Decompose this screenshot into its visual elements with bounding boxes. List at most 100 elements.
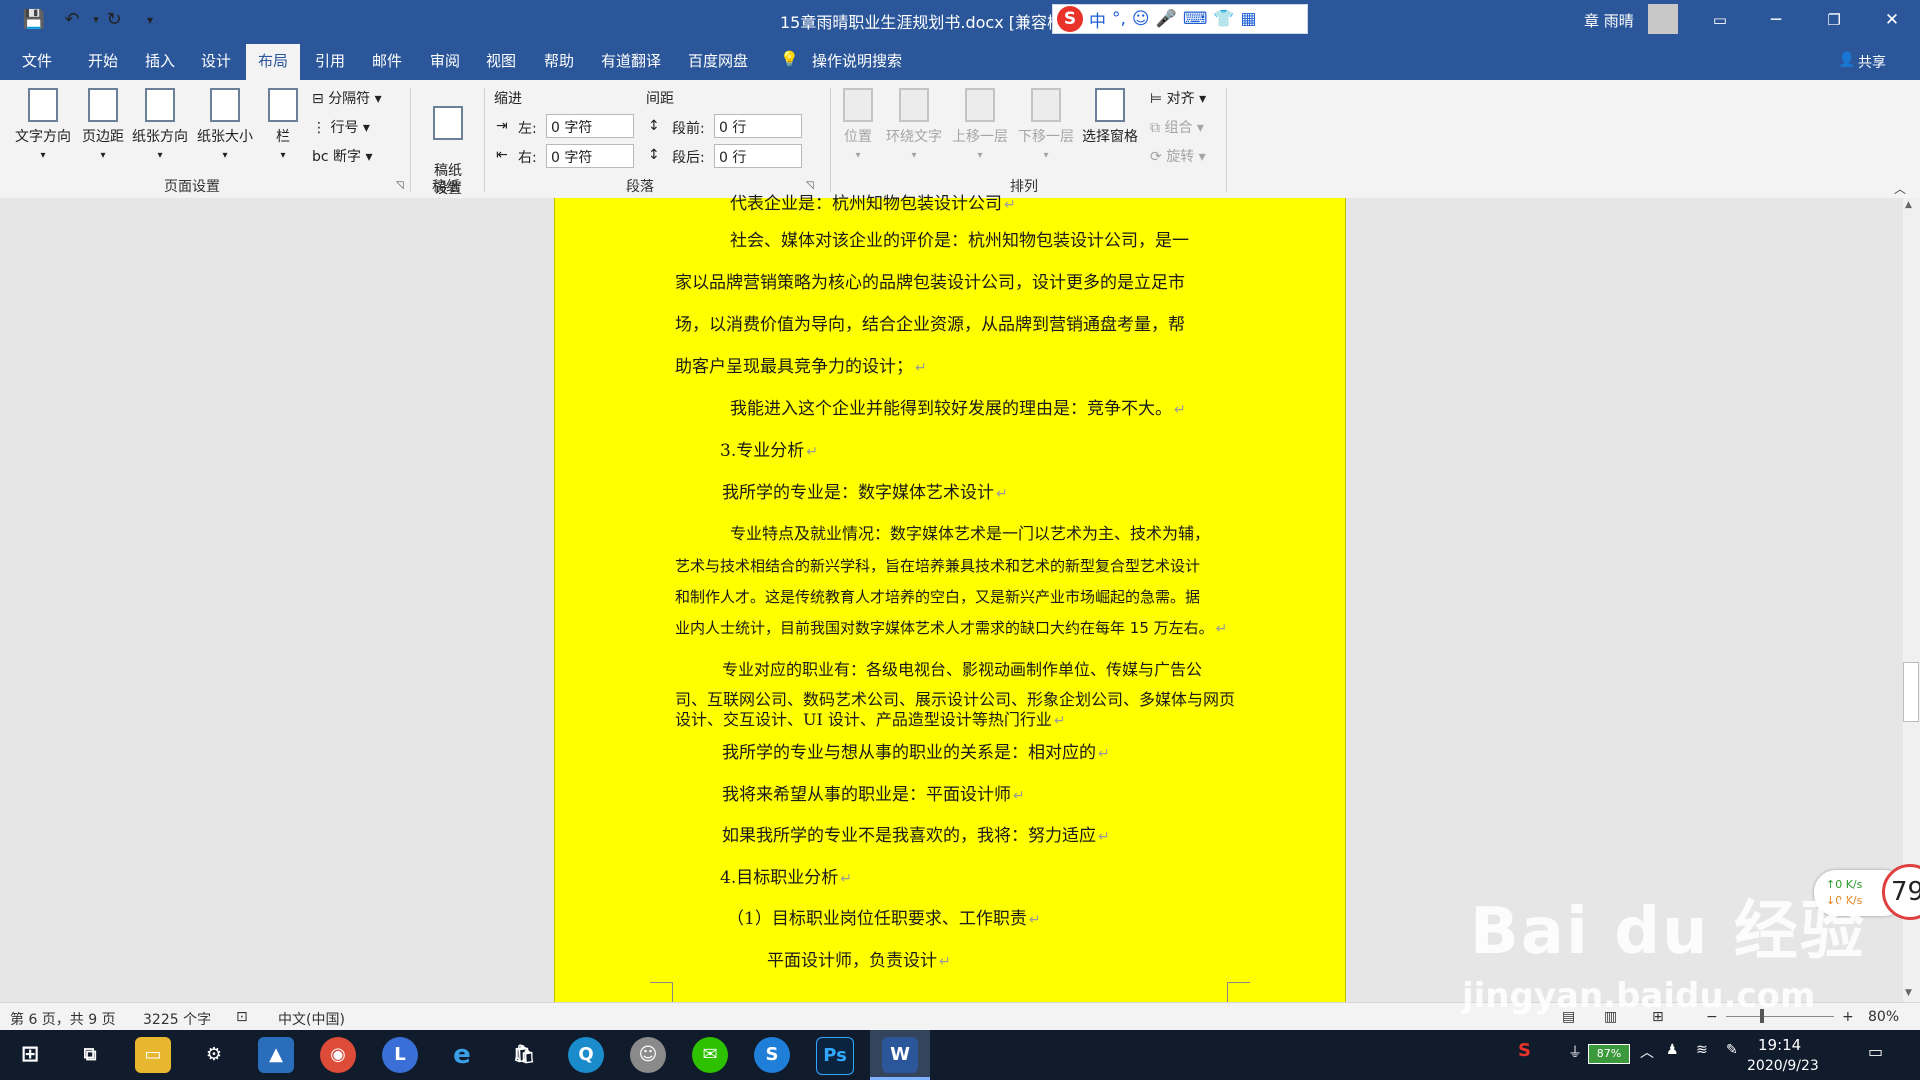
ime-punct-icon[interactable]: °, — [1112, 9, 1126, 29]
columns-icon — [268, 88, 298, 122]
spacing-after-label: 段后: — [672, 150, 705, 166]
sogou-app-icon[interactable]: S — [754, 1037, 790, 1073]
chevron-up-icon[interactable]: ︿ — [1640, 1042, 1654, 1062]
avatar[interactable] — [1648, 4, 1678, 34]
word-count[interactable]: 3225 个字 — [143, 1009, 211, 1029]
contact-avatar-icon[interactable]: ☺ — [630, 1037, 666, 1073]
line-numbers-button[interactable]: ⋮ 行号 ▾ — [312, 117, 370, 137]
wifi-icon[interactable]: ≋ — [1696, 1042, 1708, 1058]
person-icon: 👤 — [1838, 52, 1856, 68]
spacing-before-icon: ↕ — [648, 118, 660, 134]
tab-references[interactable]: 引用 — [315, 50, 345, 71]
tab-mailings[interactable]: 邮件 — [372, 50, 402, 71]
align-button[interactable]: ⊨ 对齐 ▾ — [1150, 88, 1206, 108]
photoshop-icon[interactable]: Ps — [816, 1037, 854, 1075]
ribbon-separator — [410, 88, 411, 192]
user-name[interactable]: 章 雨晴 — [1584, 10, 1634, 31]
store-icon[interactable]: 🛍 — [506, 1037, 542, 1073]
redo-icon[interactable]: ↻ — [102, 8, 126, 32]
tab-home[interactable]: 开始 — [88, 50, 118, 71]
indent-right-field[interactable]: 0 字符 — [546, 144, 634, 168]
app-l-icon[interactable]: L — [382, 1037, 418, 1073]
ime-skin-icon[interactable]: 👕 — [1213, 9, 1234, 29]
ime-toolbar[interactable]: S 中 °, ☺ 🎤 ⌨ 👕 ▦ — [1052, 4, 1308, 34]
ime-voice-icon[interactable]: 🎤 — [1156, 9, 1177, 29]
photos-icon[interactable]: ▲ — [258, 1037, 294, 1073]
wechat-icon[interactable]: ✉ — [692, 1037, 728, 1073]
manuscript-group-label: 稿纸 — [432, 179, 460, 195]
tab-design[interactable]: 设计 — [201, 50, 231, 71]
ime-lang-icon[interactable]: 中 — [1089, 7, 1106, 32]
paragraph: 业内人士统计，目前我国对数字媒体艺术人才需求的缺口大约在每年 15 万左右。 ↵ — [675, 619, 1228, 637]
rotate-button[interactable]: ⟳ 旋转 ▾ — [1150, 146, 1206, 166]
language-indicator[interactable]: 中文(中国) — [278, 1009, 345, 1029]
task-view-icon[interactable]: ⧉ — [72, 1037, 108, 1073]
save-icon[interactable]: 💾 — [22, 8, 46, 32]
clock-date[interactable]: 2020/9/23 — [1747, 1058, 1819, 1074]
tab-file[interactable]: 文件 — [22, 50, 52, 71]
paragraph: 平面设计师，负责设计 ↵ — [767, 951, 951, 971]
wrap-text-button[interactable]: 环绕文字 ▾ — [882, 88, 946, 162]
tab-review[interactable]: 审阅 — [430, 50, 460, 71]
close-icon[interactable]: ✕ — [1864, 0, 1920, 40]
page-count[interactable]: 第 6 页，共 9 页 — [10, 1009, 116, 1029]
paragraph: 和制作人才。这是传统教育人才培养的空白，又是新兴产业市场崛起的急需。据 — [675, 588, 1201, 606]
word-icon[interactable]: W — [882, 1037, 918, 1073]
orientation-button[interactable]: 纸张方向 ▾ — [128, 88, 192, 162]
scrollbar-thumb[interactable] — [1903, 662, 1919, 722]
scroll-down-icon[interactable]: ▼ — [1905, 988, 1912, 998]
paragraph: 场，以消费价值为导向，结合企业资源，从品牌到营销通盘考量，帮 — [675, 315, 1185, 335]
ime-emoji-icon[interactable]: ☺ — [1132, 9, 1150, 29]
breaks-button[interactable]: ⊟ 分隔符 ▾ — [312, 88, 382, 108]
customize-toolbar-icon[interactable]: ▾ — [138, 8, 162, 32]
share-button[interactable]: 共享 — [1858, 52, 1886, 72]
undo-icon[interactable]: ↶ — [60, 8, 84, 32]
chrome-icon[interactable]: ◉ — [320, 1037, 356, 1073]
search-app-icon[interactable]: Q — [568, 1037, 604, 1073]
tell-me-search[interactable]: 操作说明搜索 — [812, 50, 902, 71]
position-button[interactable]: 位置 ▾ — [836, 88, 880, 162]
columns-button[interactable]: 栏 ▾ — [266, 88, 300, 162]
tab-youdao[interactable]: 有道翻译 — [601, 50, 661, 71]
clock-time[interactable]: 19:14 — [1758, 1036, 1801, 1054]
page-setup-launcher-icon[interactable]: ◹ — [396, 180, 404, 191]
send-backward-button[interactable]: 下移一层 ▾ — [1014, 88, 1078, 162]
ribbon-separator — [1226, 88, 1227, 192]
hyphenation-button[interactable]: bc 断字 ▾ — [312, 146, 373, 166]
ribbon-display-options-icon[interactable]: ▭ — [1692, 0, 1748, 40]
battery-indicator[interactable]: 87% — [1588, 1044, 1630, 1064]
sogou-tray-icon[interactable]: S — [1518, 1040, 1531, 1061]
spacing-before-field[interactable]: 0 行 — [714, 114, 802, 138]
indent-left-field[interactable]: 0 字符 — [546, 114, 634, 138]
qq-tray-icon[interactable]: ♟ — [1666, 1042, 1679, 1058]
tab-help[interactable]: 帮助 — [544, 50, 574, 71]
document-page[interactable]: 代表企业是：杭州知物包装设计公司 ↵ 社会、媒体对该企业的评价是：杭州知物包装设计… — [554, 194, 1346, 1003]
selection-pane-button[interactable]: 选择窗格 — [1078, 88, 1142, 146]
settings-gear-icon[interactable]: ⚙ — [196, 1037, 232, 1073]
tab-view[interactable]: 视图 — [486, 50, 516, 71]
notification-icon[interactable]: ▭ — [1868, 1042, 1883, 1061]
text-direction-button[interactable]: 文字方向 ▾ — [12, 88, 74, 162]
restore-icon[interactable]: ❐ — [1806, 0, 1862, 40]
scroll-up-icon[interactable]: ▲ — [1905, 200, 1912, 210]
ie-icon[interactable]: e — [444, 1037, 480, 1073]
ime-keyboard-icon[interactable]: ⌨ — [1183, 9, 1208, 29]
tab-layout[interactable]: 布局 — [246, 44, 300, 80]
paper-size-button[interactable]: 纸张大小 ▾ — [194, 88, 256, 162]
tab-baidu-netdisk[interactable]: 百度网盘 — [688, 50, 748, 71]
pen-icon[interactable]: ✎ — [1726, 1042, 1738, 1058]
page-setup-group-label: 页面设置 — [164, 179, 220, 195]
selection-pane-icon — [1095, 88, 1125, 122]
start-icon[interactable]: ⊞ — [12, 1037, 48, 1073]
tab-insert[interactable]: 插入 — [145, 50, 175, 71]
spacing-after-field[interactable]: 0 行 — [714, 144, 802, 168]
paragraph: 代表企业是：杭州知物包装设计公司 ↵ — [730, 194, 1016, 214]
group-button[interactable]: ⧉ 组合 ▾ — [1150, 117, 1204, 137]
proofing-icon[interactable]: ⊡ — [236, 1009, 248, 1025]
file-explorer-icon[interactable]: ▭ — [135, 1037, 171, 1073]
margins-button[interactable]: 页边距 ▾ — [76, 88, 130, 162]
minimize-icon[interactable]: ─ — [1748, 0, 1804, 40]
collapse-ribbon-icon[interactable]: ︿ — [1894, 180, 1906, 197]
bring-forward-button[interactable]: 上移一层 ▾ — [948, 88, 1012, 162]
ime-toolbox-icon[interactable]: ▦ — [1241, 9, 1257, 29]
